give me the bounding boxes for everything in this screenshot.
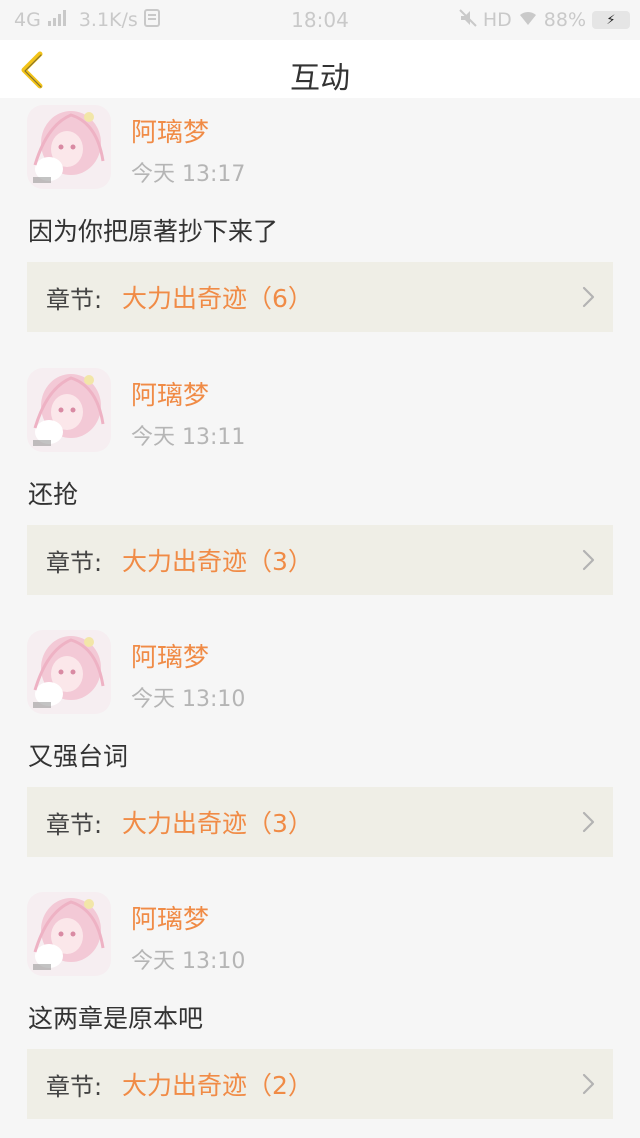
avatar[interactable] xyxy=(27,892,111,976)
chapter-link[interactable]: 章节: 大力出奇迹（2） xyxy=(27,1049,613,1119)
battery-percent: 88% xyxy=(543,9,586,31)
chapter-title: 大力出奇迹（2） xyxy=(122,1071,313,1100)
chevron-right-icon xyxy=(582,811,595,833)
username[interactable]: 阿璃梦 xyxy=(131,899,209,936)
chevron-right-icon xyxy=(582,1073,595,1095)
chapter-title: 大力出奇迹（6） xyxy=(122,284,313,313)
chapter-title: 大力出奇迹（3） xyxy=(122,547,313,576)
avatar[interactable] xyxy=(27,630,111,714)
chapter-label: 章节: xyxy=(46,285,103,314)
chevron-right-icon xyxy=(582,549,595,571)
chevron-right-icon xyxy=(582,286,595,308)
comment-text: 还抢 xyxy=(28,480,79,509)
status-bar: 4G 3.1K/s 18:04 HD 88% ⚡ xyxy=(0,0,640,40)
mute-icon xyxy=(459,8,477,32)
hd-indicator: HD xyxy=(482,9,512,31)
header-bar xyxy=(0,40,640,98)
list-item: 阿璃梦 今天 13:10 这两章是原本吧 章节: 大力出奇迹（2） xyxy=(0,885,640,1125)
comment-text: 又强台词 xyxy=(28,742,129,771)
chapter-label: 章节: xyxy=(46,548,103,577)
back-button[interactable] xyxy=(12,48,56,92)
username[interactable]: 阿璃梦 xyxy=(131,112,209,149)
timestamp: 今天 13:10 xyxy=(131,949,246,974)
chapter-link[interactable]: 章节: 大力出奇迹（6） xyxy=(27,262,613,332)
avatar[interactable] xyxy=(27,105,111,189)
username[interactable]: 阿璃梦 xyxy=(131,637,209,674)
avatar[interactable] xyxy=(27,368,111,452)
chapter-label: 章节: xyxy=(46,810,103,839)
list-item: 阿璃梦 今天 13:11 还抢 章节: 大力出奇迹（3） xyxy=(0,361,640,601)
username[interactable]: 阿璃梦 xyxy=(131,375,209,412)
chapter-label: 章节: xyxy=(46,1072,103,1101)
timestamp: 今天 13:11 xyxy=(131,425,246,450)
chapter-link[interactable]: 章节: 大力出奇迹（3） xyxy=(27,525,613,595)
chevron-left-icon xyxy=(21,51,43,89)
status-right: HD 88% ⚡ xyxy=(459,0,630,40)
comment-text: 因为你把原著抄下来了 xyxy=(28,217,279,246)
comment-text: 这两章是原本吧 xyxy=(28,1004,204,1033)
chapter-title: 大力出奇迹（3） xyxy=(122,809,313,838)
chapter-link[interactable]: 章节: 大力出奇迹（3） xyxy=(27,787,613,857)
timestamp: 今天 13:10 xyxy=(131,687,246,712)
wifi-icon xyxy=(518,9,538,31)
timestamp: 今天 13:17 xyxy=(131,162,246,187)
list-item: 阿璃梦 今天 13:10 又强台词 章节: 大力出奇迹（3） xyxy=(0,623,640,863)
battery-icon: ⚡ xyxy=(592,11,630,29)
list-item: 阿璃梦 今天 13:17 因为你把原著抄下来了 章节: 大力出奇迹（6） xyxy=(0,98,640,338)
